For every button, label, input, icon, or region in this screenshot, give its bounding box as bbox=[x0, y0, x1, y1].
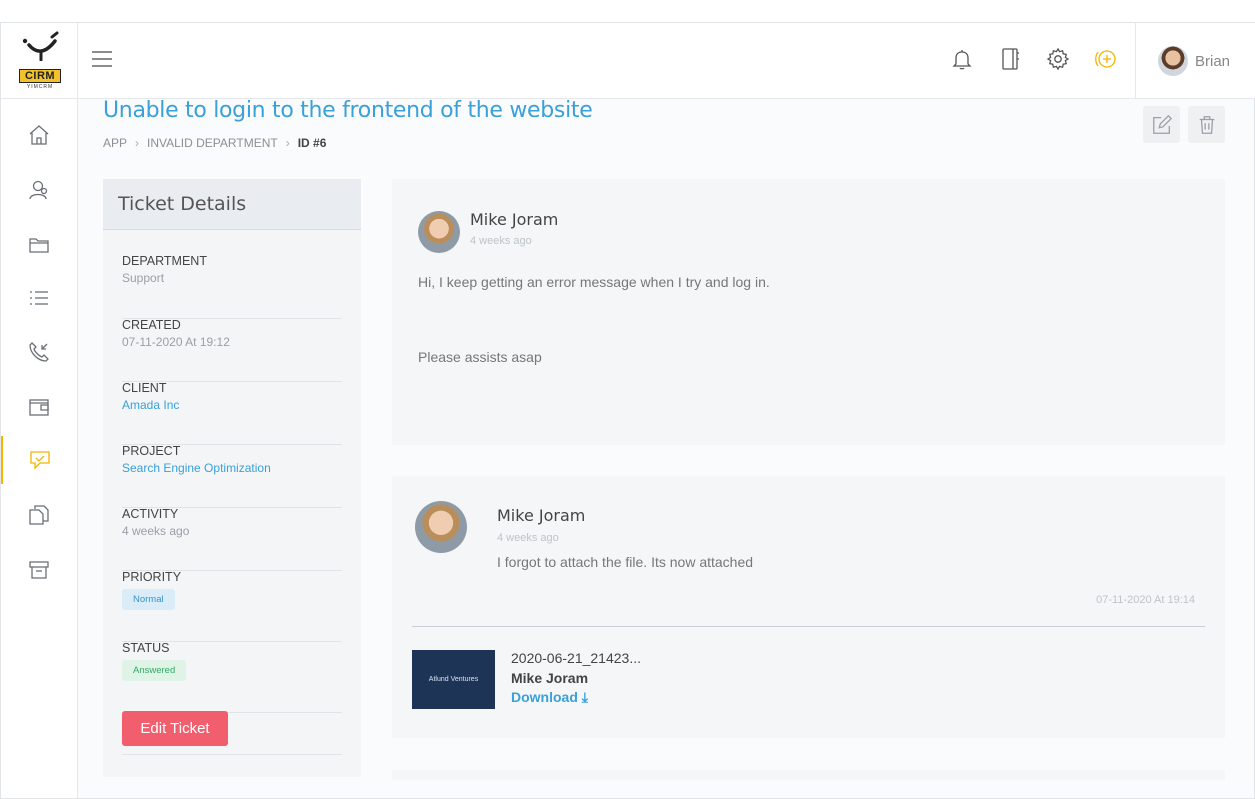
notifications-button[interactable] bbox=[948, 43, 976, 75]
logo-text: CIRM bbox=[19, 69, 61, 83]
project-label: PROJECT bbox=[122, 444, 181, 458]
breadcrumb-item-current: ID #6 bbox=[297, 136, 327, 150]
attachment-file-name: 2020-06-21_21423... bbox=[511, 650, 641, 666]
activity-label: ACTIVITY bbox=[122, 507, 179, 521]
breadcrumb: APP › INVALID DEPARTMENT › ID #6 bbox=[103, 136, 326, 150]
logo-mark-icon bbox=[22, 31, 59, 61]
detail-client: CLIENT Amada Inc bbox=[122, 381, 342, 445]
detail-priority: PRIORITY Normal bbox=[122, 570, 342, 642]
message-text: Please assists asap bbox=[418, 349, 542, 365]
client-label: CLIENT bbox=[122, 381, 167, 395]
message-time: 4 weeks ago bbox=[470, 235, 532, 247]
bell-icon bbox=[952, 50, 972, 70]
detail-department: DEPARTMENT Support bbox=[122, 254, 342, 319]
notebook-button[interactable] bbox=[996, 43, 1024, 75]
status-label: STATUS bbox=[122, 641, 170, 655]
avatar bbox=[415, 501, 467, 553]
add-circle-icon bbox=[1095, 50, 1116, 68]
message-author: Mike Joram bbox=[497, 506, 586, 525]
client-link[interactable]: Amada Inc bbox=[122, 398, 342, 412]
divider bbox=[412, 626, 1205, 627]
left-sidebar: CIRM YIMCRM bbox=[1, 23, 78, 798]
chevron-right-icon: › bbox=[285, 136, 290, 150]
priority-badge: Normal bbox=[122, 589, 175, 610]
detail-status: STATUS Answered bbox=[122, 641, 342, 713]
breadcrumb-item-department[interactable]: INVALID DEPARTMENT bbox=[147, 136, 278, 150]
edit-ticket-button[interactable]: Edit Ticket bbox=[122, 711, 228, 746]
contacts-icon bbox=[29, 180, 48, 200]
notebook-icon bbox=[1002, 48, 1019, 70]
add-new-button[interactable] bbox=[1092, 43, 1120, 75]
edit-button[interactable] bbox=[1143, 106, 1180, 143]
top-icons bbox=[948, 43, 1120, 75]
details-bottom-divider bbox=[122, 754, 342, 755]
message-author: Mike Joram bbox=[470, 210, 559, 229]
detail-project: PROJECT Search Engine Optimization bbox=[122, 444, 342, 508]
ticket-details-heading: Ticket Details bbox=[103, 179, 361, 230]
phone-icon bbox=[29, 342, 49, 362]
home-icon bbox=[29, 125, 49, 145]
attachment-author: Mike Joram bbox=[511, 670, 589, 686]
ticket-details-panel: Ticket Details DEPARTMENT Support CREATE… bbox=[103, 179, 361, 777]
attachment-thumbnail[interactable]: Atlund Ventures bbox=[412, 650, 495, 709]
nav-wallet[interactable] bbox=[1, 383, 77, 431]
wallet-icon bbox=[29, 399, 49, 416]
download-link[interactable]: Download ⤓ bbox=[511, 689, 588, 706]
breadcrumb-item-app[interactable]: APP bbox=[103, 136, 127, 150]
archive-icon bbox=[29, 561, 49, 579]
download-label: Download bbox=[511, 689, 578, 705]
user-name: Brian bbox=[1195, 52, 1231, 70]
nav-list[interactable] bbox=[1, 274, 77, 322]
department-label: DEPARTMENT bbox=[122, 254, 207, 268]
page-title: Unable to login to the frontend of the w… bbox=[103, 98, 593, 123]
nav-calls[interactable] bbox=[1, 328, 77, 376]
settings-button[interactable] bbox=[1044, 43, 1072, 75]
message-text: Hi, I keep getting an error message when… bbox=[418, 274, 770, 290]
nav-home[interactable] bbox=[1, 111, 77, 159]
trash-icon bbox=[1199, 115, 1214, 134]
message-card bbox=[392, 770, 1225, 780]
attachment-thumbnail-text: Atlund Ventures bbox=[428, 676, 479, 683]
edit-icon bbox=[1152, 114, 1172, 134]
avatar bbox=[418, 211, 460, 253]
message-timestamp: 07-11-2020 At 19:14 bbox=[1096, 594, 1195, 606]
activity-value: 4 weeks ago bbox=[122, 524, 190, 538]
message-text: I forgot to attach the file. Its now att… bbox=[497, 554, 754, 570]
app-logo[interactable]: CIRM YIMCRM bbox=[1, 23, 78, 99]
message-time: 4 weeks ago bbox=[497, 532, 559, 544]
list-icon bbox=[30, 291, 48, 305]
nav-contacts[interactable] bbox=[1, 166, 77, 214]
message-card: Mike Joram 4 weeks ago Hi, I keep gettin… bbox=[392, 179, 1225, 445]
message-card: Mike Joram 4 weeks ago I forgot to attac… bbox=[392, 476, 1225, 738]
detail-created: CREATED 07-11-2020 At 19:12 bbox=[122, 318, 342, 382]
user-menu[interactable]: Brian bbox=[1135, 23, 1255, 99]
created-label: CREATED bbox=[122, 318, 181, 332]
nav-folder[interactable] bbox=[1, 221, 77, 269]
nav-archive[interactable] bbox=[1, 546, 77, 594]
avatar bbox=[1158, 46, 1188, 76]
nav-tickets[interactable] bbox=[1, 436, 77, 484]
header-actions bbox=[1143, 106, 1225, 143]
status-badge: Answered bbox=[122, 660, 187, 681]
download-icon: ⤓ bbox=[581, 689, 588, 705]
priority-label: PRIORITY bbox=[122, 570, 182, 584]
top-bar: Brian bbox=[78, 23, 1255, 99]
logo-subtext: YIMCRM bbox=[26, 84, 54, 90]
gear-icon bbox=[1046, 47, 1070, 71]
created-value: 07-11-2020 At 19:12 bbox=[122, 335, 230, 349]
detail-activity: ACTIVITY 4 weeks ago bbox=[122, 507, 342, 571]
hamburger-menu-icon[interactable] bbox=[90, 47, 114, 71]
documents-icon bbox=[29, 505, 49, 525]
delete-button[interactable] bbox=[1188, 106, 1225, 143]
project-link[interactable]: Search Engine Optimization bbox=[122, 461, 342, 475]
chevron-right-icon: › bbox=[135, 136, 140, 150]
chat-icon bbox=[30, 451, 50, 470]
nav-documents[interactable] bbox=[1, 491, 77, 539]
department-value: Support bbox=[122, 271, 165, 285]
folder-icon bbox=[29, 238, 49, 253]
